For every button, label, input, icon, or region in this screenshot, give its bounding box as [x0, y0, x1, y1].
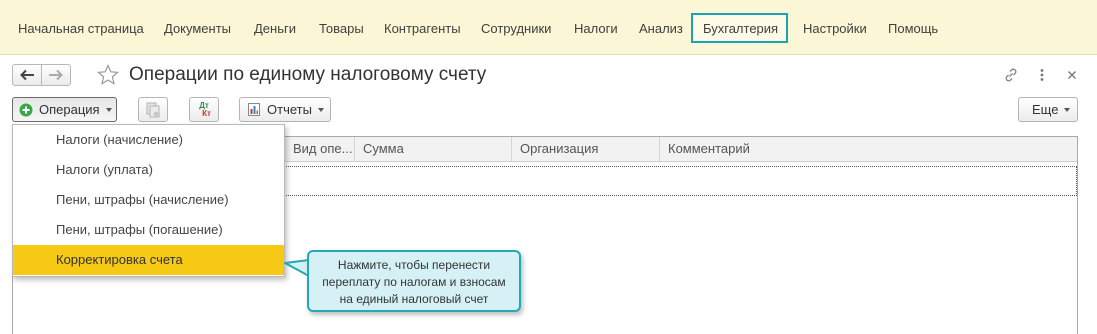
- dt-kt-button[interactable]: Дт Кт: [189, 97, 219, 122]
- link-button[interactable]: [1002, 66, 1020, 84]
- menu-item-documents[interactable]: Документы: [152, 13, 243, 43]
- form-window: Операции по единому налоговому счету Опе…: [0, 56, 1097, 334]
- column-header-operation-type[interactable]: Вид опе...: [284, 137, 354, 161]
- main-menu-bar: Начальная страница Документы Деньги Това…: [0, 0, 1097, 55]
- forward-arrow-icon: [49, 69, 63, 81]
- forward-button[interactable]: [41, 64, 71, 86]
- kt-label: Кт: [202, 108, 211, 118]
- column-header-comment[interactable]: Комментарий: [659, 137, 1077, 161]
- close-button[interactable]: [1063, 66, 1081, 84]
- menu-item-settings[interactable]: Настройки: [791, 13, 879, 43]
- menu-item-accounting[interactable]: Бухгалтерия: [691, 13, 788, 43]
- more-button-label: Еще: [1032, 102, 1059, 117]
- hint-callout: Нажмите, чтобы перенести переплату по на…: [307, 250, 521, 312]
- menu-item-account-correction[interactable]: Корректировка счета: [13, 245, 284, 275]
- link-icon: [1005, 68, 1017, 82]
- copy-button[interactable]: [138, 97, 168, 122]
- chevron-down-icon: [317, 107, 324, 112]
- operation-button-label: Операция: [39, 102, 100, 117]
- menu-item-counterparties[interactable]: Контрагенты: [372, 13, 473, 43]
- column-header-amount[interactable]: Сумма: [354, 137, 511, 161]
- more-vertical-icon: [1040, 69, 1044, 81]
- menu-item-taxes-accrual[interactable]: Налоги (начисление): [13, 125, 284, 155]
- plus-circle-icon: [19, 103, 33, 116]
- favorite-star-button[interactable]: [96, 64, 120, 86]
- menu-item-home[interactable]: Начальная страница: [6, 13, 156, 43]
- menu-item-analysis[interactable]: Анализ: [627, 13, 695, 43]
- dt-kt-icon: Дт Кт: [197, 101, 211, 118]
- back-arrow-icon: [20, 69, 34, 81]
- menu-item-money[interactable]: Деньги: [242, 13, 308, 43]
- more-button[interactable]: Еще: [1018, 97, 1078, 122]
- operation-dropdown-menu: Налоги (начисление) Налоги (уплата) Пени…: [12, 124, 285, 277]
- menu-item-taxes[interactable]: Налоги: [562, 13, 630, 43]
- callout-line-1: Нажмите, чтобы перенести: [337, 258, 491, 272]
- menu-item-help[interactable]: Помощь: [876, 13, 950, 43]
- operation-dropdown-button[interactable]: Операция: [12, 97, 117, 122]
- menu-item-penalties-accrual[interactable]: Пени, штрафы (начисление): [13, 185, 284, 215]
- chevron-down-icon: [1064, 107, 1071, 112]
- reports-dropdown-button[interactable]: Отчеты: [239, 97, 331, 122]
- reports-button-label: Отчеты: [267, 102, 312, 117]
- callout-line-3: на единый налоговый счет: [339, 292, 489, 306]
- menu-item-employees[interactable]: Сотрудники: [469, 13, 563, 43]
- more-actions-button[interactable]: [1033, 66, 1051, 84]
- star-icon: [96, 64, 120, 85]
- copy-document-icon: [146, 102, 160, 117]
- back-button[interactable]: [12, 64, 42, 86]
- page-title: Операции по единому налоговому счету: [129, 64, 487, 85]
- callout-line-2: переплату по налогам и взносам: [322, 275, 506, 289]
- chevron-down-icon: [105, 107, 112, 112]
- close-icon: [1068, 71, 1076, 79]
- column-header-organization[interactable]: Организация: [511, 137, 659, 161]
- menu-item-taxes-payment[interactable]: Налоги (уплата): [13, 155, 284, 185]
- menu-item-goods[interactable]: Товары: [307, 13, 376, 43]
- report-icon: [248, 103, 260, 116]
- menu-item-penalties-repayment[interactable]: Пени, штрафы (погашение): [13, 215, 284, 245]
